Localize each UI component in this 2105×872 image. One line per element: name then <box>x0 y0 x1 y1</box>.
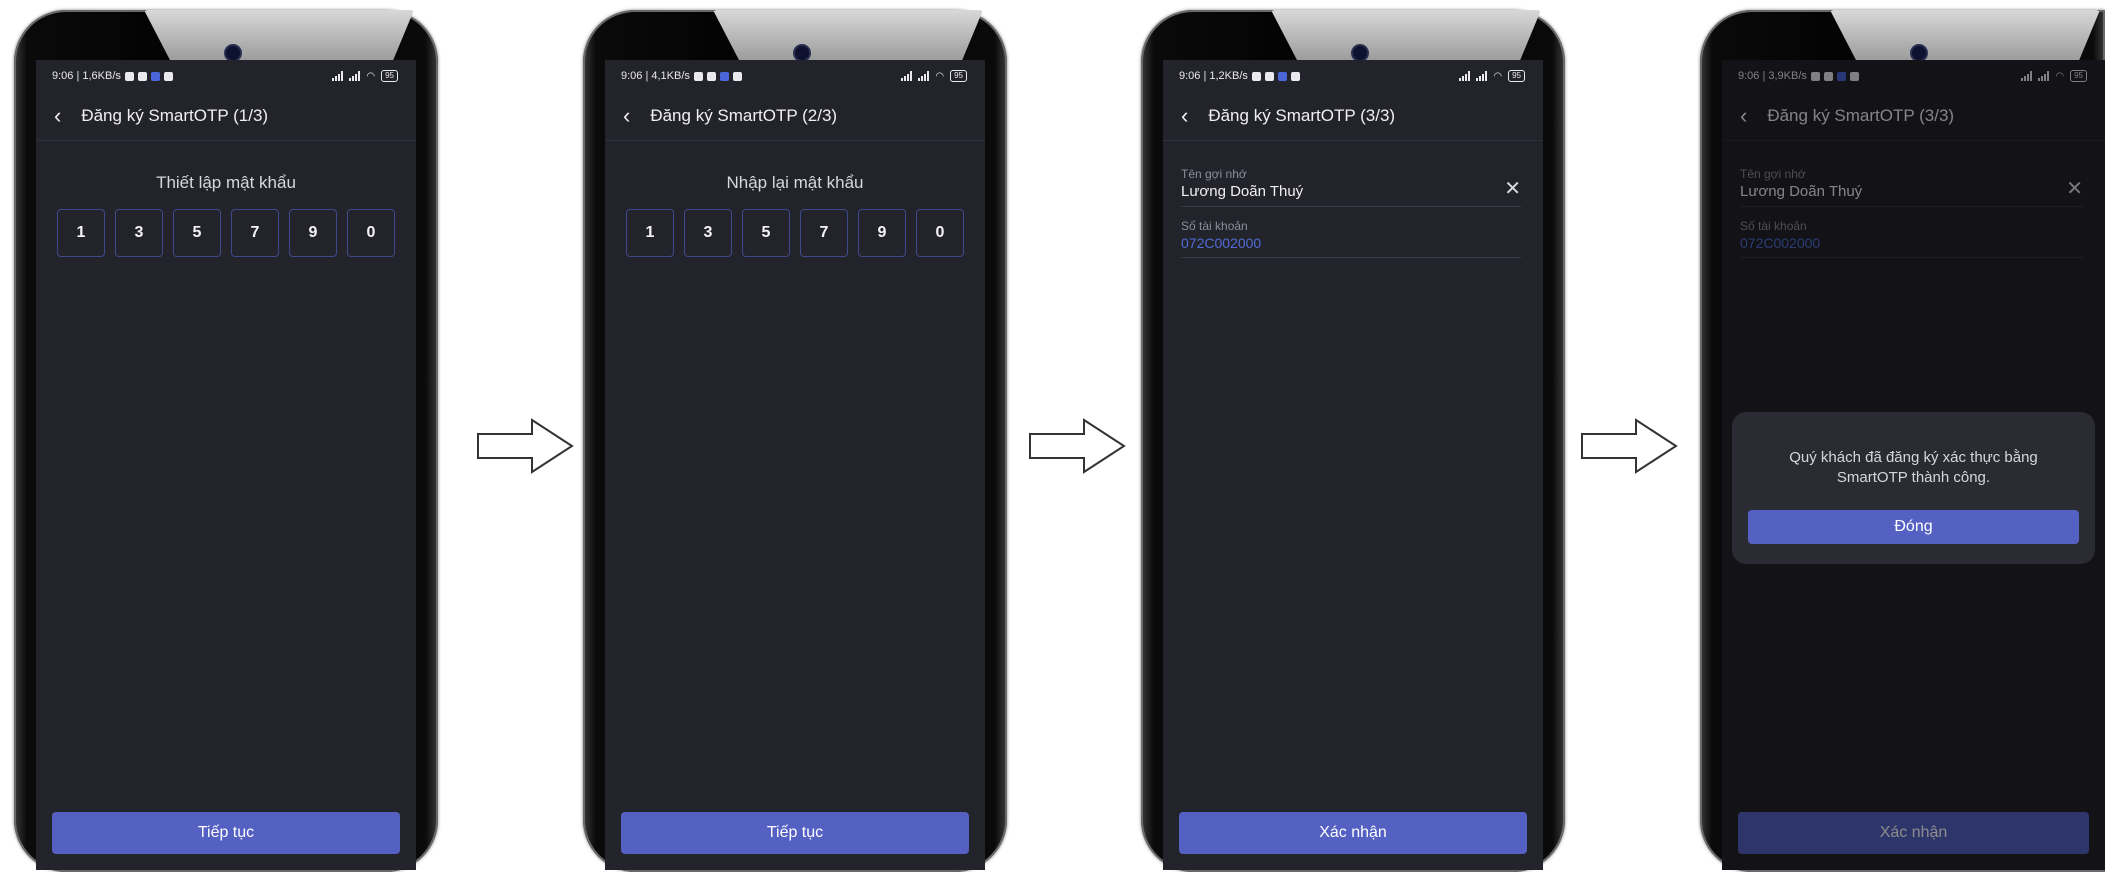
app-icon <box>1277 71 1287 81</box>
status-time: 9:06 | 4,1KB/s <box>621 70 690 82</box>
pin-digit[interactable]: 1 <box>57 209 105 257</box>
signal-icon <box>1459 71 1471 81</box>
screen-step-3: 9:06 | 1,2KB/s ◠ 95 ‹ Đăng ký SmartOTP (… <box>1163 60 1543 870</box>
nickname-field[interactable]: Tên gợi nhớ Lương Doãn Thuý ✕ <box>1181 155 1521 207</box>
pin-input[interactable]: 1 3 5 7 9 0 <box>605 209 985 257</box>
app-icon <box>137 71 147 81</box>
signal-icon <box>918 71 930 81</box>
status-time: 9:06 | 1,6KB/s <box>52 70 121 82</box>
close-dialog-button[interactable]: Đóng <box>1748 510 2079 544</box>
app-icon <box>1264 71 1274 81</box>
app-bar: ‹ Đăng ký SmartOTP (1/3) <box>36 92 416 141</box>
pin-digit[interactable]: 1 <box>626 209 674 257</box>
pin-digit[interactable]: 3 <box>684 209 732 257</box>
status-time: 9:06 | 1,2KB/s <box>1179 70 1248 82</box>
screen-step-4: 9:06 | 3,9KB/s ◠ 95 ‹ Đăng ký SmartOTP (… <box>1722 60 2105 870</box>
chevron-left-icon[interactable]: ‹ <box>623 105 630 127</box>
status-bar: 9:06 | 1,2KB/s ◠ 95 <box>1163 60 1543 92</box>
signal-icon <box>349 71 361 81</box>
battery-icon: 95 <box>950 70 967 82</box>
screen-step-2: 9:06 | 4,1KB/s ◠ 95 ‹ Đăng ký SmartOTP (… <box>605 60 985 870</box>
success-message: Quý khách đã đăng ký xác thực bằng Smart… <box>1789 449 2038 486</box>
app-icon <box>732 71 742 81</box>
nickname-label: Tên gợi nhớ <box>1181 167 1247 181</box>
wifi-icon: ◠ <box>1493 70 1503 82</box>
app-icon <box>706 71 716 81</box>
pin-digit[interactable]: 3 <box>115 209 163 257</box>
wifi-icon: ◠ <box>935 70 945 82</box>
account-field: Số tài khoản 072C002000 <box>1181 207 1521 258</box>
screen-step-1: 9:06 | 1,6KB/s ◠ 95 ‹ Đăng ký SmartOTP (… <box>36 60 416 870</box>
notification-icon <box>124 71 134 81</box>
account-number: 072C002000 <box>1181 235 1262 251</box>
app-icon <box>163 71 173 81</box>
confirm-button[interactable]: Xác nhận <box>1179 812 1527 854</box>
app-icon <box>150 71 160 81</box>
phone-step-3: 9:06 | 1,2KB/s ◠ 95 ‹ Đăng ký SmartOTP (… <box>1141 10 1565 872</box>
notification-icon <box>693 71 703 81</box>
pin-digit[interactable]: 9 <box>858 209 906 257</box>
status-bar: 9:06 | 1,6KB/s ◠ 95 <box>36 60 416 92</box>
app-bar: ‹ Đăng ký SmartOTP (2/3) <box>605 92 985 141</box>
pin-prompt: Thiết lập mật khẩu <box>156 173 296 192</box>
right-arrow-icon <box>1581 418 1678 474</box>
battery-icon: 95 <box>1508 70 1525 82</box>
signal-icon <box>901 71 913 81</box>
status-bar: 9:06 | 4,1KB/s ◠ 95 <box>605 60 985 92</box>
chevron-left-icon[interactable]: ‹ <box>54 105 61 127</box>
close-icon[interactable]: ✕ <box>1504 179 1521 199</box>
battery-icon: 95 <box>381 70 398 82</box>
pin-input[interactable]: 1 3 5 7 9 0 <box>36 209 416 257</box>
pin-digit[interactable]: 0 <box>916 209 964 257</box>
pin-digit[interactable]: 7 <box>800 209 848 257</box>
pin-digit[interactable]: 5 <box>173 209 221 257</box>
pin-prompt: Nhập lại mật khẩu <box>726 173 864 192</box>
chevron-left-icon[interactable]: ‹ <box>1181 105 1188 127</box>
nickname-value[interactable]: Lương Doãn Thuý <box>1181 183 1521 200</box>
wifi-icon: ◠ <box>366 70 376 82</box>
continue-button[interactable]: Tiếp tục <box>52 812 400 854</box>
signal-icon <box>1476 71 1488 81</box>
phone-step-2: 9:06 | 4,1KB/s ◠ 95 ‹ Đăng ký SmartOTP (… <box>583 10 1007 872</box>
phone-step-4: 9:06 | 3,9KB/s ◠ 95 ‹ Đăng ký SmartOTP (… <box>1700 10 2105 872</box>
continue-button[interactable]: Tiếp tục <box>621 812 969 854</box>
pin-digit[interactable]: 7 <box>231 209 279 257</box>
notification-icon <box>1251 71 1261 81</box>
page-title: Đăng ký SmartOTP (3/3) <box>1208 106 1396 125</box>
right-arrow-icon <box>477 418 574 474</box>
pin-digit[interactable]: 0 <box>347 209 395 257</box>
signal-icon <box>332 71 344 81</box>
app-icon <box>719 71 729 81</box>
success-dialog: Quý khách đã đăng ký xác thực bằng Smart… <box>1732 412 2095 564</box>
app-bar: ‹ Đăng ký SmartOTP (3/3) <box>1163 92 1543 141</box>
page-title: Đăng ký SmartOTP (2/3) <box>650 106 838 125</box>
pin-digit[interactable]: 9 <box>289 209 337 257</box>
account-label: Số tài khoản <box>1181 219 1248 233</box>
right-arrow-icon <box>1029 418 1126 474</box>
phone-step-1: 9:06 | 1,6KB/s ◠ 95 ‹ Đăng ký SmartOTP (… <box>14 10 438 872</box>
page-title: Đăng ký SmartOTP (1/3) <box>81 106 269 125</box>
pin-digit[interactable]: 5 <box>742 209 790 257</box>
app-icon <box>1290 71 1300 81</box>
